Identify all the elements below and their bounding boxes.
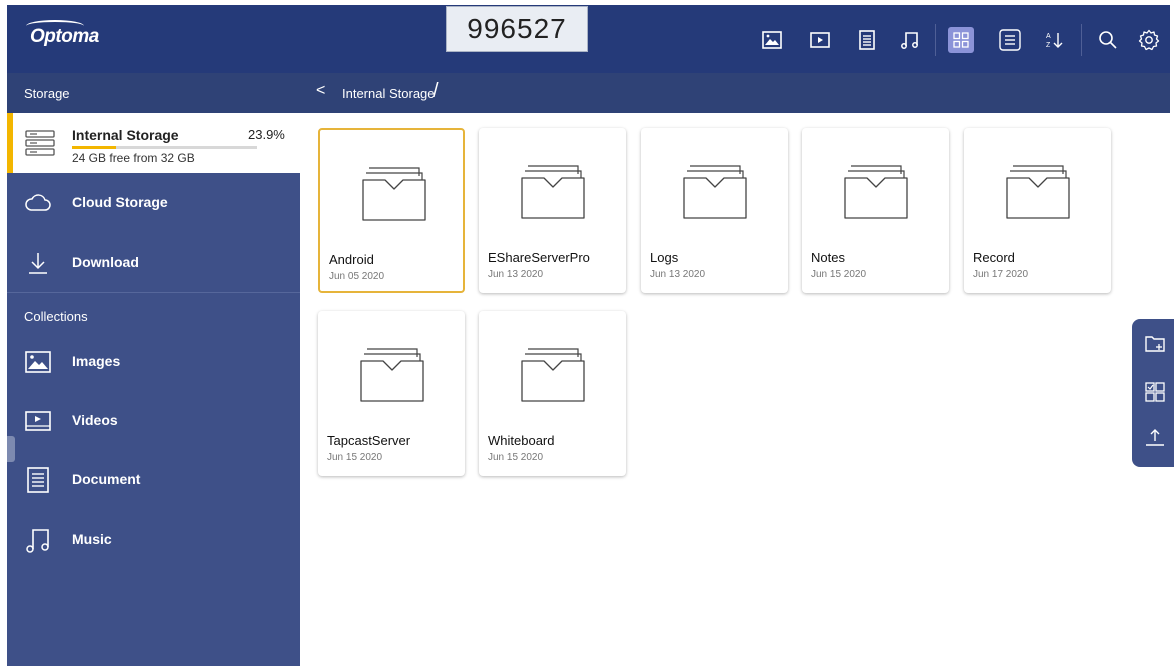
sidebar-item-music[interactable]: Music [7,510,300,570]
svg-text:A: A [1046,33,1051,40]
folder-card[interactable]: Logs Jun 13 2020 [641,128,788,293]
sidebar-divider [7,292,300,293]
folder-date: Jun 15 2020 [811,269,867,280]
search-icon[interactable] [1096,28,1120,52]
folder-card[interactable]: Notes Jun 15 2020 [802,128,949,293]
sidebar-item-images[interactable]: Images [7,332,300,392]
document-icon [27,467,49,493]
folder-name: Android [329,252,374,267]
internal-storage-free: 24 GB free from 32 GB [72,151,195,165]
upload-icon[interactable] [1144,427,1166,449]
floating-action-panel [1132,319,1174,467]
folder-card[interactable]: TapcastServer Jun 15 2020 [318,311,465,476]
sidebar-item-document[interactable]: Document [7,450,300,510]
settings-icon[interactable] [1137,28,1161,52]
document-filter-icon[interactable] [855,28,879,52]
folder-icon [682,160,748,225]
music-filter-icon[interactable] [898,28,922,52]
image-icon [25,351,51,373]
sort-az-icon[interactable]: AZ [1043,28,1067,52]
download-icon [29,253,47,274]
folder-date: Jun 05 2020 [329,271,385,282]
sidebar-item-label: Images [72,353,121,369]
sidebar-item-label: Document [72,471,141,487]
image-filter-icon[interactable] [760,28,784,52]
toolbar-separator [1081,24,1082,56]
folder-card[interactable]: EShareServerPro Jun 13 2020 [479,128,626,293]
sidebar-collapse-handle[interactable] [7,436,15,462]
folder-card[interactable]: Whiteboard Jun 15 2020 [479,311,626,476]
folder-name: Notes [811,250,845,265]
video-icon [25,411,51,431]
folder-card[interactable]: Android Jun 05 2020 [318,128,465,293]
sidebar-item-download[interactable]: Download [7,233,300,293]
storage-usage-bar [72,146,257,149]
folder-icon [361,162,427,227]
multi-select-icon[interactable] [1144,381,1166,403]
list-view-icon[interactable] [998,28,1022,52]
new-folder-icon[interactable] [1144,333,1166,355]
back-icon[interactable]: < [316,82,325,100]
folder-date: Jun 13 2020 [650,269,706,280]
folder-date: Jun 13 2020 [488,269,544,280]
folder-icon [359,343,425,408]
grid-view-icon[interactable] [948,27,974,53]
optoma-logo: Optoma [26,20,99,48]
storage-usage-fill [72,146,117,149]
internal-storage-label: Internal Storage [72,127,179,143]
sidebar-item-label: Music [72,531,112,547]
folder-date: Jun 15 2020 [488,452,544,463]
storage-header-label: Storage [24,86,70,101]
folder-name: Whiteboard [488,433,555,448]
folder-name: TapcastServer [327,433,411,448]
folder-name: Logs [650,250,679,265]
folder-icon [1005,160,1071,225]
storage-icon [25,130,55,156]
folder-card[interactable]: Record Jun 17 2020 [964,128,1111,293]
folder-name: EShareServerPro [488,250,590,265]
music-icon [26,529,49,553]
storage-header: Storage [7,73,300,113]
folder-date: Jun 15 2020 [327,452,383,463]
cloud-icon [25,194,51,211]
sidebar-item-label: Cloud Storage [72,194,168,210]
video-filter-icon[interactable] [808,28,832,52]
collections-header: Collections [24,309,88,324]
toolbar-separator [935,24,936,56]
folder-icon [843,160,909,225]
sidebar-item-internal-storage[interactable]: Internal Storage 23.9% 24 GB free from 3… [7,113,300,173]
folder-icon [520,343,586,408]
connection-code: 996527 [446,6,588,52]
sidebar-item-label: Download [72,254,139,270]
top-bar [7,5,1170,73]
svg-text:Z: Z [1046,42,1051,49]
folder-name: Record [973,250,1015,265]
sidebar-item-label: Videos [72,412,118,428]
selection-accent [7,113,13,173]
internal-storage-percent: 23.9% [248,127,285,142]
folder-icon [520,160,586,225]
folder-date: Jun 17 2020 [973,269,1029,280]
sidebar-item-cloud-storage[interactable]: Cloud Storage [7,173,300,233]
breadcrumb-separator: / [433,80,439,102]
sidebar-item-videos[interactable]: Videos [7,391,300,451]
breadcrumb-path: Internal Storage [342,86,435,101]
